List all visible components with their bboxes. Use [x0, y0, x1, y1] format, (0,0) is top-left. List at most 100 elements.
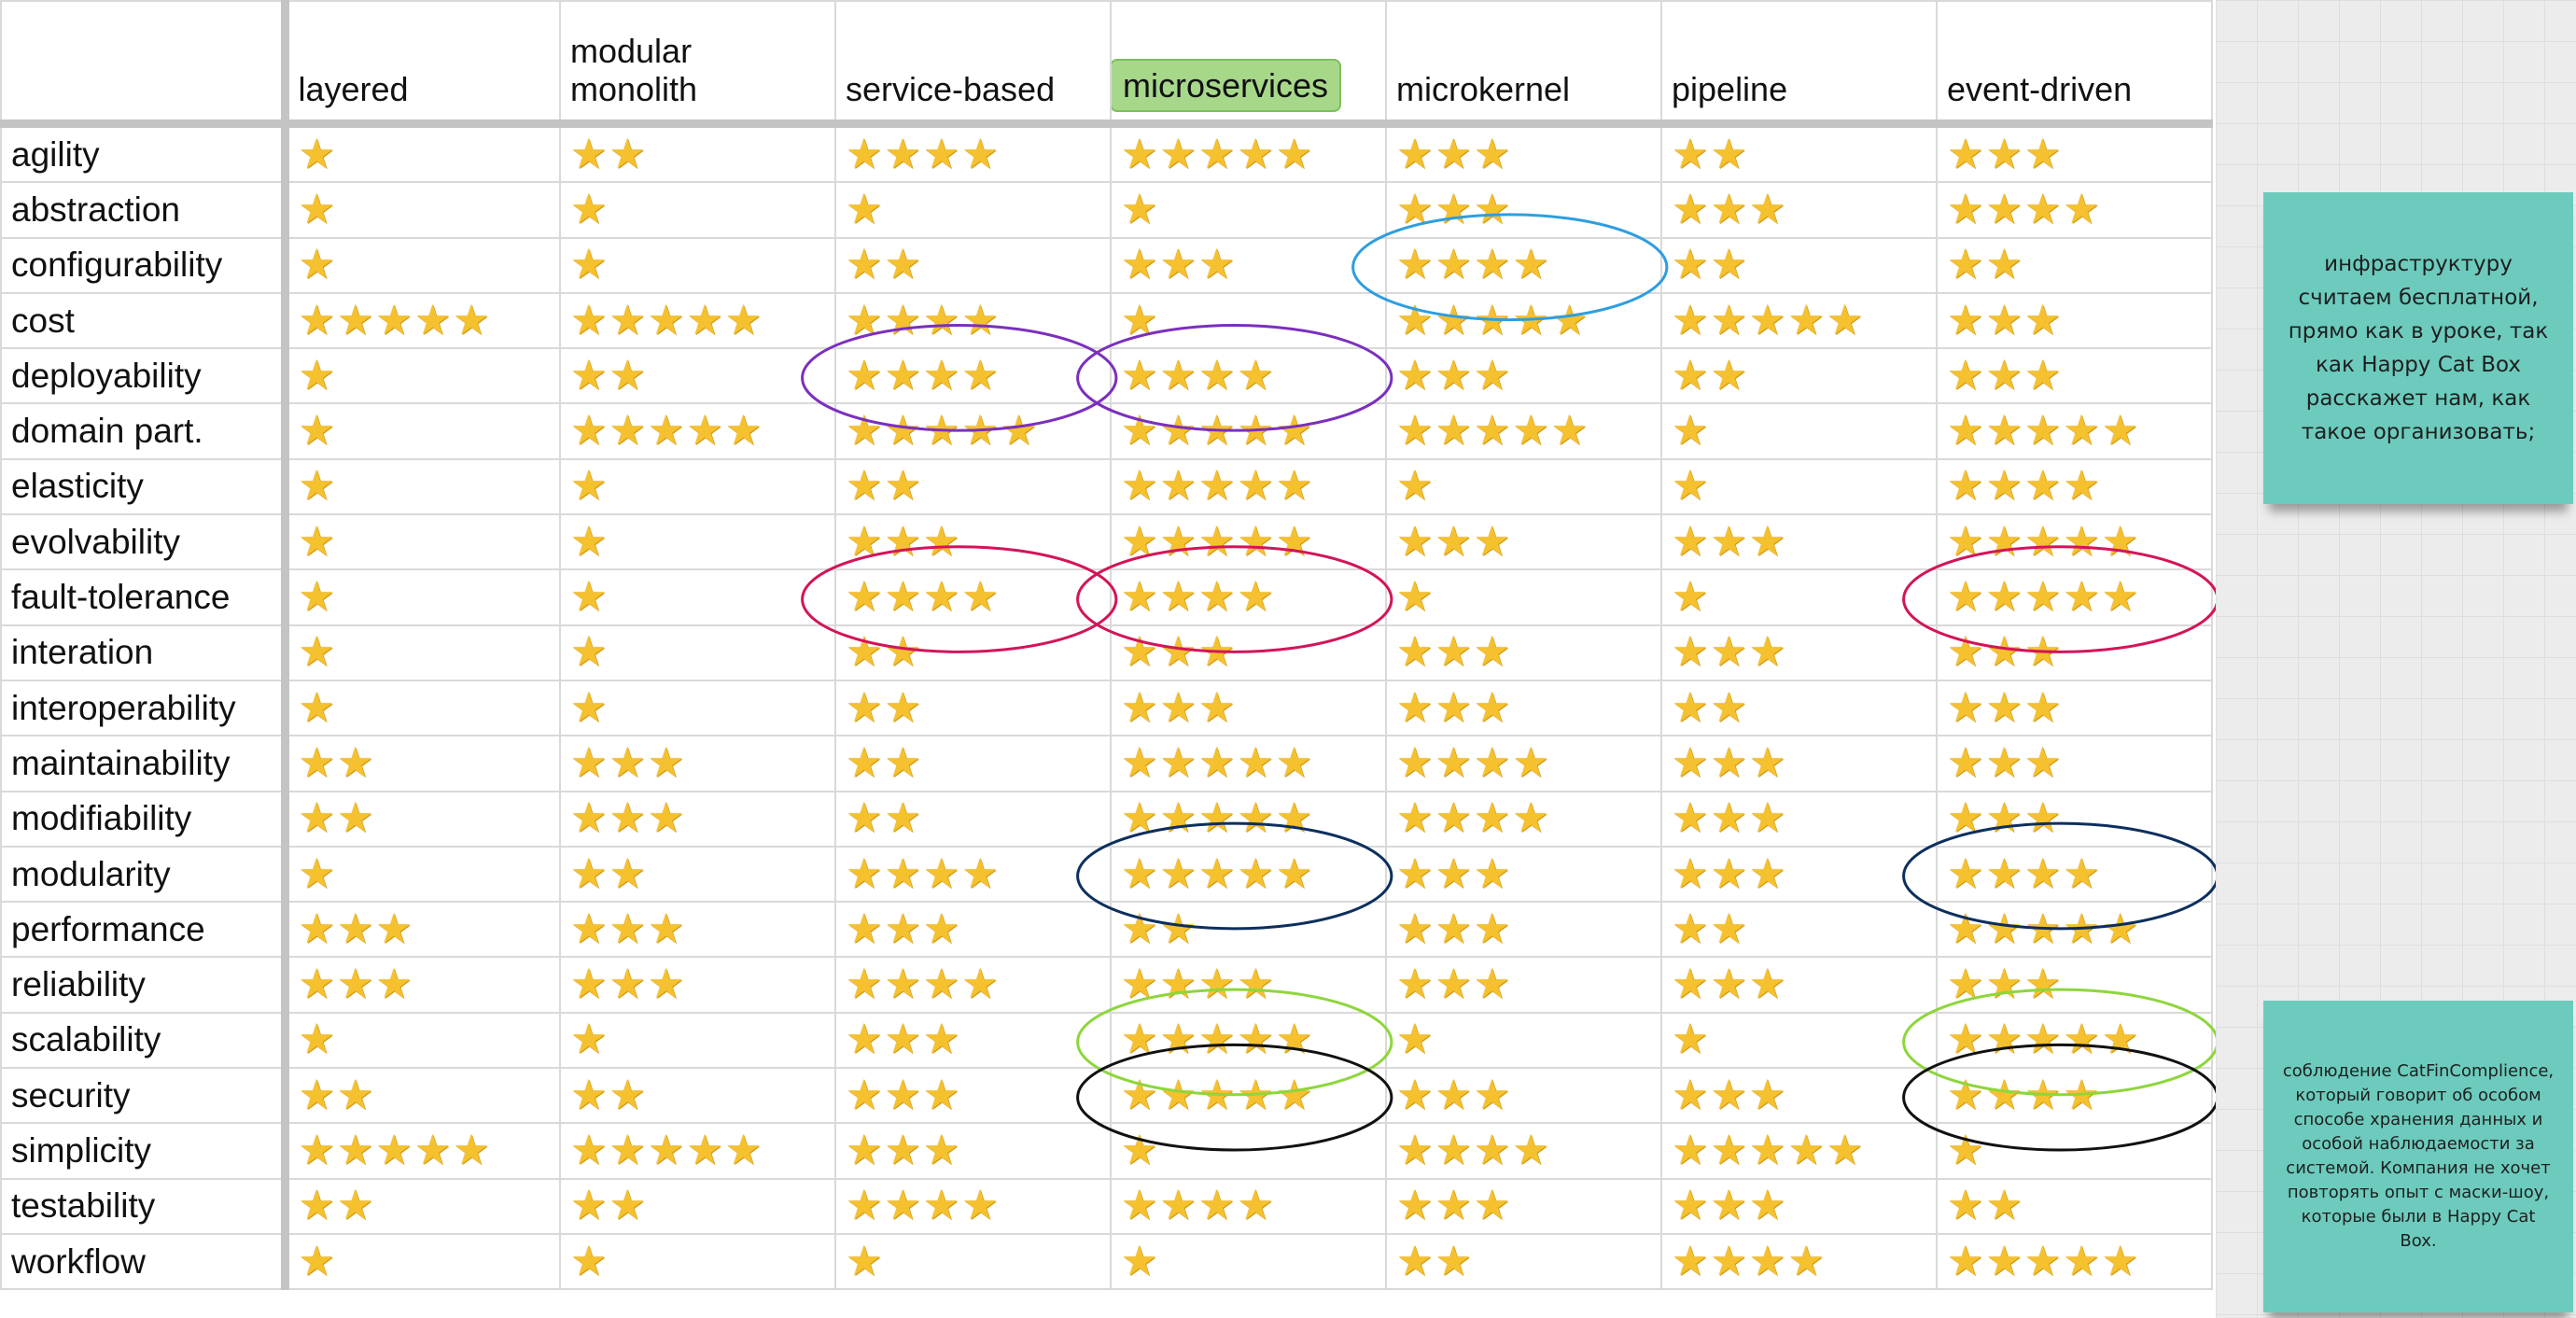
row-header[interactable]: fault-tolerance: [0, 568, 289, 626]
rating-cell[interactable]: ★: [834, 1232, 1112, 1291]
rating-cell[interactable]: ★: [559, 181, 836, 239]
rating-cell[interactable]: ★★★★★: [1110, 1067, 1387, 1125]
rating-cell[interactable]: ★: [1110, 1232, 1387, 1291]
rating-cell[interactable]: ★★★★★: [1936, 1011, 2213, 1070]
rating-cell[interactable]: ★: [284, 1011, 561, 1070]
rating-cell[interactable]: ★★: [1660, 347, 1938, 405]
rating-cell[interactable]: ★: [284, 568, 561, 626]
rating-cell[interactable]: ★★: [1660, 679, 1938, 737]
row-header[interactable]: reliability: [0, 956, 289, 1014]
rating-cell[interactable]: ★: [1385, 568, 1662, 626]
row-header[interactable]: elasticity: [0, 457, 289, 516]
rating-cell[interactable]: ★: [1110, 291, 1387, 350]
rating-cell[interactable]: ★★★: [1660, 624, 1938, 681]
rating-cell[interactable]: ★★★★: [1936, 181, 2213, 239]
rating-cell[interactable]: ★★: [1660, 901, 1938, 959]
rating-cell[interactable]: ★: [284, 402, 561, 460]
rating-cell[interactable]: ★★★★: [834, 347, 1112, 405]
rating-cell[interactable]: ★★★★★: [1385, 291, 1662, 350]
rating-cell[interactable]: ★: [284, 624, 561, 681]
row-header[interactable]: agility: [0, 122, 289, 184]
rating-cell[interactable]: ★★★★★: [1110, 457, 1387, 516]
rating-cell[interactable]: ★★: [834, 236, 1112, 294]
row-header[interactable]: cost: [0, 291, 289, 350]
row-header[interactable]: interoperability: [0, 679, 289, 737]
rating-cell[interactable]: ★★★: [1385, 956, 1662, 1014]
rating-cell[interactable]: ★★★★: [834, 845, 1112, 904]
rating-cell[interactable]: ★★★: [1385, 901, 1662, 959]
rating-cell[interactable]: ★: [1936, 1122, 2213, 1180]
rating-cell[interactable]: ★★★★: [1385, 1122, 1662, 1180]
rating-cell[interactable]: ★★★: [284, 901, 561, 959]
rating-cell[interactable]: ★★★: [834, 901, 1112, 959]
rating-cell[interactable]: ★★★★★: [834, 402, 1112, 460]
rating-cell[interactable]: ★★★: [1385, 122, 1662, 184]
column-header-layered[interactable]: layered: [284, 0, 561, 128]
rating-cell[interactable]: ★: [559, 513, 836, 571]
rating-cell[interactable]: ★: [559, 1011, 836, 1070]
corner-cell[interactable]: [0, 0, 289, 128]
rating-cell[interactable]: ★★★★: [1385, 236, 1662, 294]
rating-cell[interactable]: ★★★: [1660, 181, 1938, 239]
rating-cell[interactable]: ★★: [559, 347, 836, 405]
rating-cell[interactable]: ★★★: [1110, 624, 1387, 681]
rating-cell[interactable]: ★★★: [559, 735, 836, 792]
rating-cell[interactable]: ★: [1660, 402, 1938, 460]
rating-cell[interactable]: ★: [284, 181, 561, 239]
rating-cell[interactable]: ★★★: [1660, 790, 1938, 848]
rating-cell[interactable]: ★★★★★: [559, 402, 836, 460]
rating-cell[interactable]: ★: [834, 181, 1112, 239]
rating-cell[interactable]: ★: [1385, 1011, 1662, 1070]
rating-cell[interactable]: ★★★: [834, 513, 1112, 571]
rating-cell[interactable]: ★★★★★: [1936, 402, 2213, 460]
rating-cell[interactable]: ★★★: [559, 790, 836, 848]
rating-cell[interactable]: ★★★★: [1660, 1232, 1938, 1291]
rating-cell[interactable]: ★★★: [1660, 513, 1938, 571]
rating-cell[interactable]: ★★★: [1110, 679, 1387, 737]
rating-cell[interactable]: ★★: [1660, 236, 1938, 294]
rating-cell[interactable]: ★★★★★: [1110, 122, 1387, 184]
row-header[interactable]: security: [0, 1067, 289, 1125]
sticky-note-compliance[interactable]: соблюдение CatFinComplience, который гов…: [2263, 1001, 2573, 1312]
rating-cell[interactable]: ★★★: [1936, 735, 2213, 792]
rating-cell[interactable]: ★★★★★: [1110, 790, 1387, 848]
rating-cell[interactable]: ★★★★★: [1936, 901, 2213, 959]
rating-cell[interactable]: ★★★: [1660, 735, 1938, 792]
rating-cell[interactable]: ★★: [284, 735, 561, 792]
rating-cell[interactable]: ★★★: [1385, 347, 1662, 405]
row-header[interactable]: performance: [0, 901, 289, 959]
rating-cell[interactable]: ★★★★: [1110, 1177, 1387, 1235]
rating-cell[interactable]: ★★★★★: [1110, 1011, 1387, 1070]
rating-cell[interactable]: ★★★★: [1385, 790, 1662, 848]
rating-cell[interactable]: ★★★★: [1110, 568, 1387, 626]
rating-cell[interactable]: ★★★★: [834, 291, 1112, 350]
column-header-microservices[interactable]: microservices: [1110, 0, 1387, 128]
rating-cell[interactable]: ★★★: [1110, 236, 1387, 294]
rating-cell[interactable]: ★★: [1936, 1177, 2213, 1235]
rating-cell[interactable]: ★: [1660, 1011, 1938, 1070]
rating-cell[interactable]: ★: [284, 845, 561, 904]
rating-cell[interactable]: ★★★★★: [1110, 402, 1387, 460]
row-header[interactable]: domain part.: [0, 402, 289, 460]
rating-cell[interactable]: ★★★★★: [559, 291, 836, 350]
rating-cell[interactable]: ★★★: [1385, 1067, 1662, 1125]
rating-cell[interactable]: ★: [284, 236, 561, 294]
rating-cell[interactable]: ★★★: [1936, 679, 2213, 737]
rating-cell[interactable]: ★: [1660, 457, 1938, 516]
rating-cell[interactable]: ★★★: [1936, 624, 2213, 681]
rating-cell[interactable]: ★★★★★: [1936, 1232, 2213, 1291]
rating-cell[interactable]: ★★★: [1936, 122, 2213, 184]
rating-cell[interactable]: ★★: [284, 1177, 561, 1235]
rating-cell[interactable]: ★: [1110, 1122, 1387, 1180]
rating-cell[interactable]: ★: [284, 1232, 561, 1291]
rating-cell[interactable]: ★★: [1110, 901, 1387, 959]
rating-cell[interactable]: ★★★: [1385, 624, 1662, 681]
rating-cell[interactable]: ★: [284, 122, 561, 184]
row-header[interactable]: workflow: [0, 1232, 289, 1291]
rating-cell[interactable]: ★★: [559, 122, 836, 184]
rating-cell[interactable]: ★★★★★: [1660, 291, 1938, 350]
rating-cell[interactable]: ★★★: [1660, 1177, 1938, 1235]
rating-cell[interactable]: ★★★★: [834, 568, 1112, 626]
rating-cell[interactable]: ★★★★★: [1110, 735, 1387, 792]
rating-cell[interactable]: ★★★: [1936, 291, 2213, 350]
